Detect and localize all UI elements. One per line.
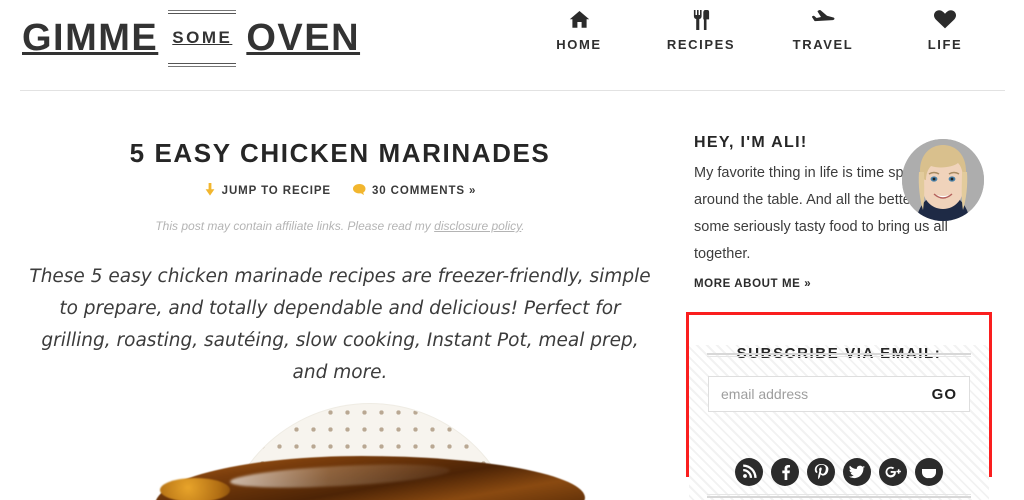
box-rule-bottom xyxy=(707,494,971,498)
logo-word-some: SOME xyxy=(168,10,237,67)
disclosure-policy-link[interactable]: disclosure policy xyxy=(434,219,521,233)
logo-word-oven: OVEN xyxy=(246,16,361,59)
bloglovin-icon[interactable] xyxy=(915,458,943,486)
sauce-golden-patch xyxy=(160,478,230,500)
nav-label-recipes: RECIPES xyxy=(666,37,736,52)
arrow-down-icon xyxy=(204,183,216,199)
post-content: 5 EASY CHICKEN MARINADES JUMP TO RECIPE … xyxy=(20,120,660,389)
jump-to-recipe-label: JUMP TO RECIPE xyxy=(221,185,331,197)
subscribe-widget-highlight: SUBSCRIBE VIA EMAIL: GO xyxy=(686,312,992,500)
googleplus-icon[interactable] xyxy=(879,458,907,486)
comment-bubble-icon xyxy=(352,183,366,199)
fork-knife-icon xyxy=(640,10,762,34)
nav-item-travel[interactable]: TRAVEL xyxy=(762,10,884,52)
sidebar: HEY, I'M ALI! My favorite thing in life … xyxy=(694,120,1006,290)
ali-portrait-graphic xyxy=(902,139,984,221)
comments-link[interactable]: 30 COMMENTS » xyxy=(352,183,477,199)
more-about-me-link[interactable]: MORE ABOUT ME » xyxy=(694,278,1006,290)
box-rule-top xyxy=(707,353,971,357)
site-logo[interactable]: GIMME SOME OVEN xyxy=(22,10,361,67)
affiliate-disclosure: This post may contain affiliate links. P… xyxy=(20,219,660,233)
post-featured-image xyxy=(60,400,620,500)
nav-label-home: HOME xyxy=(556,37,602,52)
subscribe-go-button[interactable]: GO xyxy=(932,386,957,403)
nav-item-home[interactable]: HOME xyxy=(518,10,640,52)
disclosure-prefix: This post may contain affiliate links. P… xyxy=(155,219,435,233)
avatar xyxy=(902,139,984,221)
pinterest-icon[interactable] xyxy=(807,458,835,486)
nav-label-travel: TRAVEL xyxy=(792,37,854,52)
rss-icon[interactable] xyxy=(735,458,763,486)
facebook-icon[interactable] xyxy=(771,458,799,486)
post-intro: These 5 easy chicken marinade recipes ar… xyxy=(29,266,651,383)
airplane-icon xyxy=(762,10,884,34)
social-links xyxy=(689,458,989,486)
twitter-icon[interactable] xyxy=(843,458,871,486)
site-header: GIMME SOME OVEN HOME RECIPES TRAVEL LIFE xyxy=(0,0,1024,91)
house-icon xyxy=(518,10,640,34)
nav-label-life: LIFE xyxy=(927,37,963,52)
nav-item-life[interactable]: LIFE xyxy=(884,10,1006,52)
subscribe-form: GO xyxy=(708,376,970,412)
email-field[interactable] xyxy=(721,386,932,402)
heart-icon xyxy=(884,10,1006,34)
page-title: 5 EASY CHICKEN MARINADES xyxy=(129,138,551,168)
disclosure-suffix: . xyxy=(521,219,525,233)
nav-item-recipes[interactable]: RECIPES xyxy=(640,10,762,52)
page-root: GIMME SOME OVEN HOME RECIPES TRAVEL LIFE… xyxy=(0,0,1024,500)
header-divider xyxy=(20,90,1005,91)
post-meta: JUMP TO RECIPE 30 COMMENTS » xyxy=(20,183,660,199)
main-nav: HOME RECIPES TRAVEL LIFE xyxy=(518,10,1006,52)
jump-to-recipe-link[interactable]: JUMP TO RECIPE xyxy=(204,183,331,199)
subscribe-widget: SUBSCRIBE VIA EMAIL: GO xyxy=(689,345,989,500)
comments-count-label: 30 COMMENTS » xyxy=(371,185,477,197)
logo-word-gimme: GIMME xyxy=(22,16,159,59)
